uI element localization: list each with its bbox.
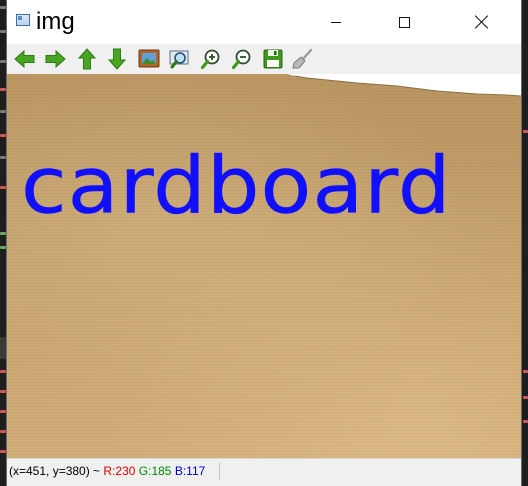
image-canvas[interactable]: cardboard bbox=[7, 74, 521, 458]
green-channel-value: G:185 bbox=[138, 464, 172, 478]
status-bar: (x=451, y=380) ~ R:230 G:185 B:117 bbox=[7, 458, 521, 486]
close-button[interactable] bbox=[459, 0, 505, 44]
background-glyph bbox=[0, 60, 6, 63]
background-glyph bbox=[0, 246, 6, 249]
arrow-right-icon bbox=[45, 49, 66, 69]
blue-channel-value: B:117 bbox=[174, 464, 206, 478]
red-channel-value: R:230 bbox=[103, 464, 136, 478]
background-glyph bbox=[0, 156, 6, 159]
cardboard-texture bbox=[7, 74, 521, 458]
background-glyph bbox=[0, 430, 6, 433]
minimize-button[interactable] bbox=[313, 0, 359, 44]
save-button[interactable] bbox=[261, 48, 285, 70]
properties-button[interactable] bbox=[291, 48, 315, 70]
window-title: img bbox=[36, 8, 75, 35]
pan-right-button[interactable] bbox=[43, 48, 67, 70]
cursor-coordinates: (x=451, y=380) ~ bbox=[9, 464, 104, 478]
opencv-window-icon bbox=[16, 14, 30, 26]
zoom-out-button[interactable] bbox=[230, 48, 254, 70]
minimize-icon bbox=[331, 22, 341, 23]
overlay-text: cardboard bbox=[21, 140, 452, 232]
zoom-in-button[interactable] bbox=[199, 48, 223, 70]
zoom-fit-icon bbox=[169, 50, 189, 69]
background-glyph bbox=[0, 6, 6, 9]
background-glyph bbox=[0, 232, 6, 235]
status-separator bbox=[219, 462, 220, 480]
background-glyph bbox=[0, 370, 6, 373]
save-disk-icon bbox=[263, 49, 283, 69]
arrow-up-icon bbox=[77, 48, 97, 70]
pan-up-button[interactable] bbox=[75, 48, 99, 70]
background-glyph bbox=[0, 410, 6, 413]
background-glyph bbox=[0, 110, 6, 113]
background-glyph bbox=[0, 390, 6, 393]
background-glyph bbox=[523, 396, 528, 399]
zoom-original-button[interactable] bbox=[137, 48, 161, 70]
pan-down-button[interactable] bbox=[105, 48, 129, 70]
maximize-icon bbox=[399, 17, 410, 28]
arrow-down-icon bbox=[107, 48, 127, 70]
arrow-left-icon bbox=[14, 49, 35, 69]
image-icon bbox=[138, 49, 160, 68]
background-glyph bbox=[0, 88, 6, 91]
background-glyph bbox=[523, 370, 528, 373]
toolbar bbox=[7, 44, 521, 74]
background-glyph bbox=[523, 130, 528, 133]
pan-left-button[interactable] bbox=[13, 48, 37, 70]
background-glyph bbox=[523, 420, 528, 423]
zoom-in-icon bbox=[200, 49, 220, 70]
torn-paper-edge bbox=[287, 74, 521, 97]
image-window: img cardboard (x=451, y=380) ~ R:230 G:1… bbox=[7, 0, 521, 486]
background-glyph bbox=[0, 450, 6, 453]
pixel-info: (x=451, y=380) ~ R:230 G:185 B:117 bbox=[9, 461, 205, 481]
background-app-right-edge bbox=[522, 0, 528, 486]
close-icon bbox=[475, 15, 489, 29]
background-glyph bbox=[0, 186, 6, 189]
background-glyph bbox=[0, 30, 6, 33]
zoom-out-icon bbox=[231, 49, 251, 70]
title-bar[interactable]: img bbox=[7, 0, 521, 44]
maximize-button[interactable] bbox=[381, 0, 427, 44]
brush-icon bbox=[292, 48, 313, 69]
background-glyph bbox=[0, 134, 6, 137]
zoom-fit-button[interactable] bbox=[168, 48, 192, 70]
